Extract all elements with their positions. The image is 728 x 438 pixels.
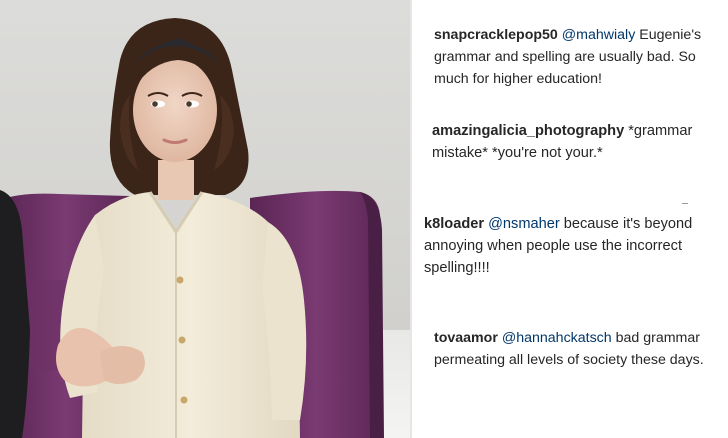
comment-username[interactable]: tovaamor: [434, 330, 498, 346]
comment-username[interactable]: k8loader: [424, 216, 484, 232]
comment-username[interactable]: snapcracklepop50: [434, 27, 558, 43]
comment-username[interactable]: amazingalicia_photography: [432, 123, 624, 139]
comment-1: snapcracklepop50 @mahwialy Eugenie's gra…: [434, 24, 726, 90]
photo: [0, 0, 410, 438]
comment-3: k8loader @nsmaher because it's beyond an…: [424, 213, 716, 279]
comment-4: tovaamor @hannahckatsch bad grammar perm…: [434, 327, 726, 371]
comment-mention[interactable]: @nsmaher: [488, 216, 560, 232]
comments-panel: snapcracklepop50 @mahwialy Eugenie's gra…: [412, 0, 728, 438]
divider-mark: [682, 203, 688, 204]
comment-2: amazingalicia_photography *grammar mista…: [432, 120, 724, 164]
comment-mention[interactable]: @mahwialy: [562, 27, 636, 43]
photo-illustration: [0, 0, 410, 438]
comment-mention[interactable]: @hannahckatsch: [502, 330, 612, 346]
